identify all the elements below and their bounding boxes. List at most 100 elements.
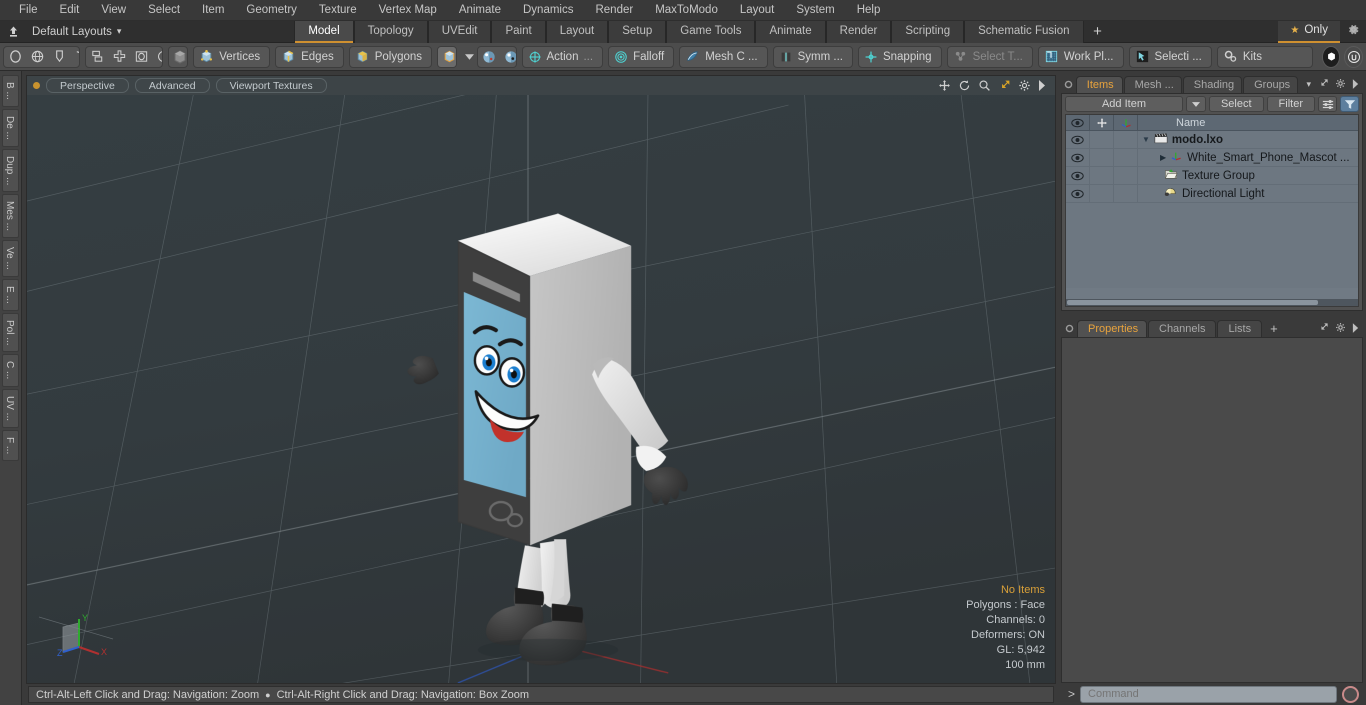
menu-item-item[interactable]: Item	[191, 0, 235, 21]
circle-icon[interactable]	[4, 47, 26, 67]
menu-item-view[interactable]: View	[90, 0, 137, 21]
left-tab-duplicate[interactable]: Dup ...	[2, 148, 19, 193]
menu-item-render[interactable]: Render	[584, 0, 644, 21]
paint-sphere-2-icon[interactable]	[500, 47, 516, 67]
select-through-button[interactable]: Select T...	[946, 45, 1033, 68]
selection-mode-edges[interactable]: Edges	[275, 45, 344, 68]
action-center-button[interactable]: Action ...	[521, 45, 604, 68]
table-row[interactable]: Directional Light	[1066, 184, 1358, 203]
tab-shading[interactable]: Shading	[1182, 76, 1243, 93]
tab-channels[interactable]: Channels	[1148, 320, 1217, 337]
3d-viewport[interactable]: No Items Polygons : Face Channels: 0 Def…	[27, 95, 1055, 683]
expand-icon[interactable]	[1318, 322, 1329, 336]
axis-gizmo[interactable]: Y X Z	[38, 609, 119, 665]
menu-item-select[interactable]: Select	[137, 0, 191, 21]
tab-setup[interactable]: Setup	[608, 20, 667, 43]
menu-item-vertex-map[interactable]: Vertex Map	[368, 0, 448, 21]
modo-badge-icon[interactable]	[1321, 45, 1341, 68]
more-arrow-icon[interactable]	[1038, 80, 1046, 91]
only-toggle-button[interactable]: ★ Only	[1278, 20, 1340, 43]
mesh-constraint-button[interactable]: Mesh C ...	[679, 45, 768, 68]
gear-icon[interactable]	[1335, 78, 1346, 92]
snapping-button[interactable]: Snapping	[857, 45, 942, 68]
items-mode-caret[interactable]	[462, 53, 477, 60]
selection-sets-button[interactable]: Selecti ...	[1128, 45, 1212, 68]
filter-funnel-icon[interactable]	[1340, 96, 1359, 112]
row-move-lock[interactable]	[1090, 184, 1114, 203]
work-plane-button[interactable]: Work Pl...	[1037, 45, 1124, 68]
symmetry-button[interactable]: Symm ...	[772, 45, 853, 68]
gear-icon[interactable]	[1340, 21, 1366, 43]
frame-icon[interactable]	[130, 47, 152, 67]
tree-expander-icon[interactable]: ▼	[1142, 135, 1150, 144]
tab-uvedit[interactable]: UVEdit	[427, 20, 492, 43]
menu-item-edit[interactable]: Edit	[49, 0, 91, 21]
tab-items[interactable]: Items	[1075, 76, 1123, 93]
row-axis-toggle[interactable]	[1114, 184, 1138, 203]
expand-icon[interactable]	[1318, 78, 1329, 92]
left-tab-fusion[interactable]: F ...	[2, 429, 19, 461]
tab-animate[interactable]: Animate	[755, 20, 826, 43]
falloff-button[interactable]: Falloff	[608, 45, 675, 68]
command-input[interactable]	[1080, 685, 1337, 703]
curve-icon[interactable]	[70, 47, 80, 67]
left-tab-vertex[interactable]: Ve ...	[2, 240, 19, 277]
row-visibility-toggle[interactable]	[1066, 148, 1090, 167]
more-arrow-icon[interactable]	[1352, 322, 1359, 336]
tab-paint[interactable]: Paint	[491, 20, 546, 43]
record-circle-icon[interactable]	[1342, 685, 1359, 703]
viewport-textures-dropdown[interactable]: Viewport Textures	[215, 78, 327, 93]
menu-item-geometry[interactable]: Geometry	[235, 0, 308, 21]
row-visibility-toggle[interactable]	[1066, 130, 1090, 149]
gear-icon[interactable]	[1335, 322, 1346, 336]
tab-model[interactable]: Model	[294, 20, 354, 43]
left-tab-edge[interactable]: E ...	[2, 278, 19, 311]
row-move-lock[interactable]	[1090, 130, 1114, 149]
select-button[interactable]: Select	[1208, 96, 1264, 112]
globe-icon[interactable]	[26, 47, 48, 67]
menu-item-dynamics[interactable]: Dynamics	[512, 0, 584, 21]
tab-scripting[interactable]: Scripting	[891, 20, 965, 43]
pen-icon[interactable]	[48, 47, 70, 67]
add-panel-tab-button[interactable]: +	[1263, 320, 1285, 337]
row-move-lock[interactable]	[1090, 166, 1114, 185]
tab-properties[interactable]: Properties	[1077, 320, 1147, 337]
tab-game-tools[interactable]: Game Tools	[666, 20, 756, 43]
selection-mode-vertices[interactable]: Vertices	[193, 45, 271, 68]
tab-schematic-fusion[interactable]: Schematic Fusion	[964, 20, 1084, 43]
table-row[interactable]: ▶ White_Smart_Phone_Mascot ...	[1066, 148, 1358, 167]
tab-mesh-ops[interactable]: Mesh ...	[1123, 76, 1182, 93]
left-tab-basic[interactable]: B ...	[2, 75, 19, 107]
left-tab-mesh-edit[interactable]: Mes ...	[2, 194, 19, 239]
left-tab-uv[interactable]: UV ...	[2, 388, 19, 428]
tab-layout[interactable]: Layout	[545, 20, 609, 43]
item-tree-row-mesh[interactable]: ▶ White_Smart_Phone_Mascot ...	[1138, 150, 1358, 165]
list-options-icon[interactable]	[1318, 96, 1337, 112]
kits-button[interactable]: Kits	[1216, 45, 1313, 68]
item-tree-horizontal-scrollbar[interactable]	[1066, 299, 1358, 306]
menu-item-file[interactable]: File	[8, 0, 49, 21]
menu-item-animate[interactable]: Animate	[448, 0, 512, 21]
tab-groups[interactable]: Groups	[1243, 76, 1299, 93]
rotate-icon[interactable]	[958, 79, 971, 92]
selection-mode-polygons[interactable]: Polygons	[348, 45, 433, 68]
panel-menu-icon[interactable]	[1061, 75, 1076, 93]
left-tab-curve[interactable]: C ...	[2, 354, 19, 387]
table-row[interactable]: Texture Group	[1066, 166, 1358, 185]
home-arrow-icon[interactable]	[0, 21, 26, 43]
table-row[interactable]: ▼ modo.lxo	[1066, 130, 1358, 149]
scrollbar-thumb[interactable]	[1067, 300, 1319, 305]
gear-icon[interactable]	[1018, 79, 1031, 92]
viewport-projection-dropdown[interactable]: Perspective	[46, 78, 129, 93]
add-item-button[interactable]: Add Item	[1065, 96, 1183, 112]
mirror-icon[interactable]	[86, 47, 108, 67]
move-icon[interactable]	[938, 79, 951, 92]
radial-icon[interactable]	[152, 47, 162, 67]
row-axis-toggle[interactable]	[1114, 148, 1138, 167]
zoom-icon[interactable]	[978, 79, 991, 92]
cube-dark-icon[interactable]	[169, 47, 187, 67]
viewport-shading-dropdown[interactable]: Advanced	[134, 78, 210, 93]
align-icon[interactable]	[108, 47, 130, 67]
panel-menu-icon[interactable]	[1061, 319, 1077, 337]
default-layouts-dropdown[interactable]: Default Layouts ▾	[26, 26, 127, 38]
